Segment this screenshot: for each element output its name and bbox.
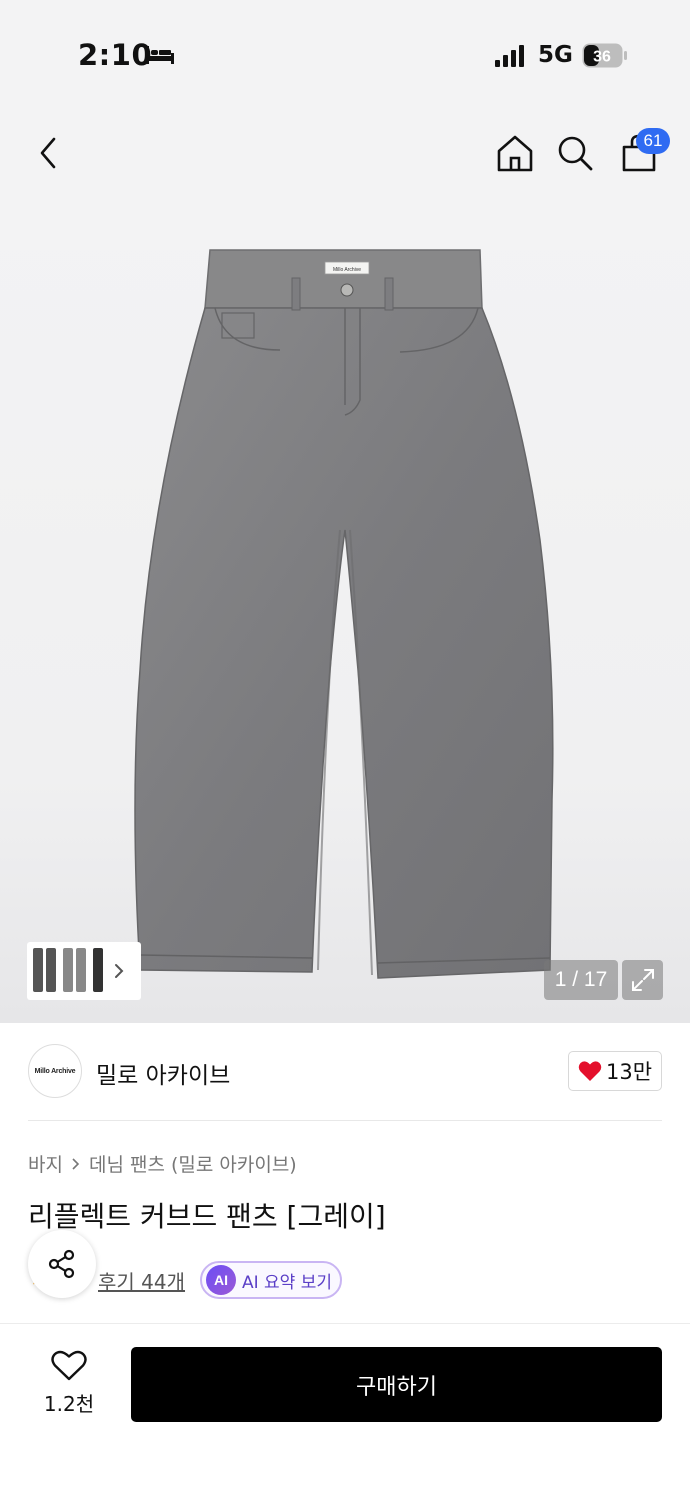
- product-jeans-image: Millo Archive: [134, 249, 554, 979]
- home-icon: [497, 135, 533, 172]
- share-button[interactable]: [28, 1230, 96, 1298]
- top-nav: [0, 110, 690, 200]
- divider: [28, 1120, 662, 1121]
- brand-logo[interactable]: Millo Archive: [28, 1044, 82, 1098]
- battery-level: 36: [593, 49, 611, 66]
- cart-count-badge: 61: [636, 128, 670, 154]
- buy-button[interactable]: 구매하기: [131, 1347, 662, 1422]
- back-button[interactable]: [24, 128, 74, 178]
- bottom-action-bar: 1.2천 구매하기: [0, 1323, 690, 1500]
- signal-icon: [495, 45, 524, 67]
- breadcrumb-category[interactable]: 바지: [28, 1150, 63, 1177]
- ai-badge: AI: [206, 1265, 236, 1295]
- page-indicator: 1 / 17: [544, 960, 618, 1000]
- brand-name[interactable]: 밀로 아카이브: [96, 1056, 230, 1090]
- review-count-link[interactable]: 후기 44개: [98, 1266, 185, 1295]
- jeans-brand-label: Millo Archive: [333, 267, 361, 273]
- heart-outline-icon: [51, 1350, 87, 1381]
- brand-row[interactable]: Millo Archive 밀로 아카이브 13만: [0, 1023, 690, 1120]
- breadcrumb: 바지 데님 팬츠 (밀로 아카이브): [28, 1150, 297, 1177]
- thumbnail-image: [63, 948, 87, 994]
- thumbnail-strip[interactable]: [27, 942, 141, 1000]
- search-button[interactable]: [550, 128, 600, 178]
- ai-summary-button[interactable]: AI AI 요약 보기: [200, 1261, 342, 1299]
- chevron-right-icon: [115, 964, 124, 978]
- wishlist-count: 1.2천: [43, 1392, 95, 1416]
- bed-icon: [146, 46, 174, 64]
- share-icon: [48, 1249, 75, 1279]
- back-arrow-icon: [40, 137, 56, 169]
- home-button[interactable]: [490, 128, 540, 178]
- brand-like-count: 13만: [605, 1060, 653, 1084]
- status-bar: 2:10 5G 36: [0, 0, 690, 110]
- battery-icon: 36: [582, 43, 627, 68]
- thumbnail-image: [93, 948, 107, 994]
- breadcrumb-subcategory[interactable]: 데님 팬츠 (밀로 아카이브): [89, 1150, 297, 1177]
- chevron-right-icon: [72, 1157, 80, 1170]
- ai-summary-label: AI 요약 보기: [242, 1272, 333, 1293]
- search-icon: [558, 136, 593, 171]
- heart-filled-icon: [578, 1061, 602, 1081]
- network-label: 5G: [538, 42, 573, 68]
- brand-like-button[interactable]: 13만: [568, 1051, 662, 1091]
- product-image-gallery[interactable]: Millo Archive 1 / 17: [0, 200, 690, 1023]
- status-time: 2:10: [78, 38, 153, 72]
- product-title: 리플렉트 커브드 팬츠 [그레이]: [28, 1200, 386, 1233]
- expand-icon: [631, 969, 654, 991]
- thumbnail-image: [33, 948, 57, 994]
- expand-button[interactable]: [622, 960, 663, 1000]
- wishlist-button[interactable]: 1.2천: [34, 1350, 104, 1420]
